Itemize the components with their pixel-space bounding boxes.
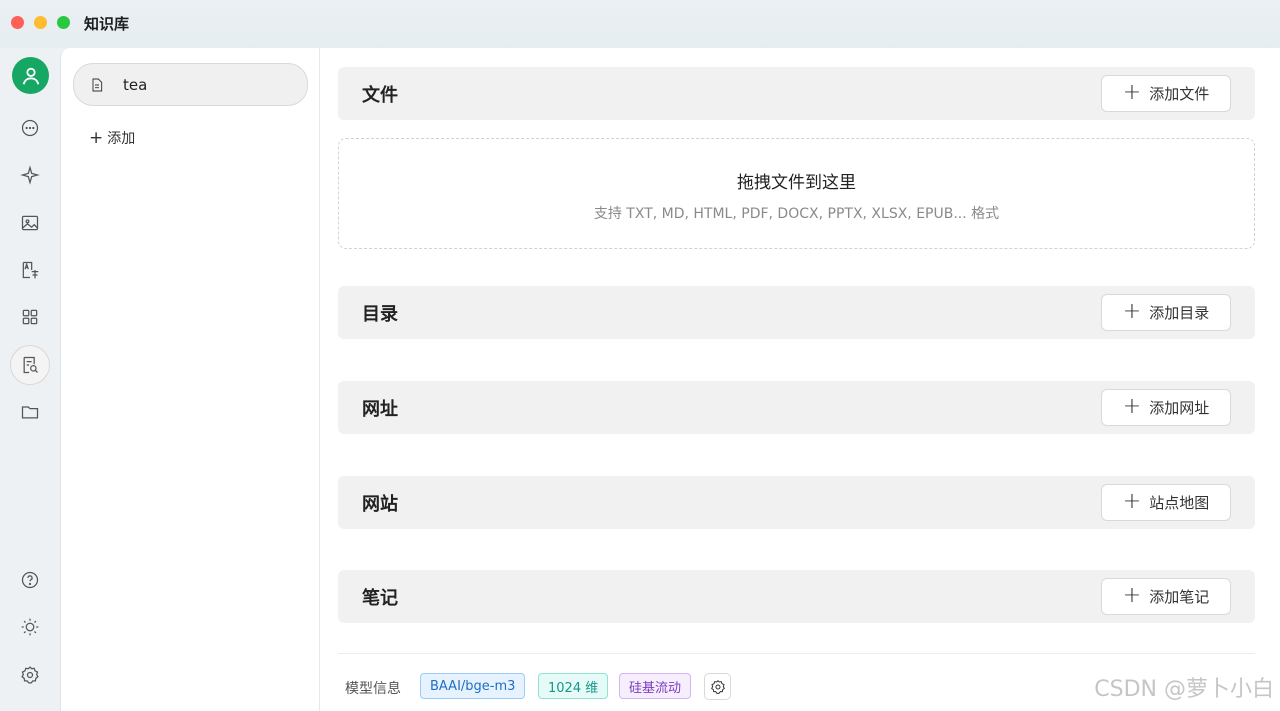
add-note-label: 添加笔记 [1149, 588, 1210, 606]
file-section: 文件 + 添加文件 [338, 67, 1255, 120]
gear-icon [710, 679, 725, 694]
window-controls [11, 16, 70, 29]
add-directory-button[interactable]: + 添加目录 [1101, 294, 1231, 331]
plus-icon: + [1122, 488, 1142, 514]
avatar-icon[interactable] [12, 57, 49, 94]
add-note-button[interactable]: + 添加笔记 [1101, 578, 1231, 615]
file-section-title: 文件 [362, 85, 398, 106]
plus-icon: + [1122, 79, 1142, 105]
document-icon [92, 78, 103, 91]
title-bar: 知识库 [0, 0, 1280, 48]
watermark: CSDN @萝卜小白 [1094, 677, 1274, 702]
minimize-window-button[interactable] [34, 16, 47, 29]
sparkle-icon[interactable] [10, 155, 50, 195]
note-section-title: 笔记 [362, 588, 398, 609]
drop-zone-title: 拖拽文件到这里 [737, 173, 856, 193]
image-icon[interactable] [10, 203, 50, 243]
directory-section-title: 目录 [362, 304, 398, 325]
knowledge-icon[interactable] [10, 345, 50, 385]
url-section: 网址 + 添加网址 [338, 381, 1255, 434]
sitemap-button[interactable]: + 站点地图 [1101, 484, 1231, 521]
add-url-label: 添加网址 [1149, 399, 1210, 417]
help-icon[interactable] [10, 560, 50, 600]
translate-icon[interactable] [10, 250, 50, 290]
zoom-window-button[interactable] [57, 16, 70, 29]
add-knowledge-label: 添加 [107, 131, 136, 147]
plus-icon: + [1122, 298, 1142, 324]
file-drop-zone[interactable]: 拖拽文件到这里 支持 TXT, MD, HTML, PDF, DOCX, PPT… [338, 138, 1255, 249]
settings-icon[interactable] [10, 655, 50, 695]
add-file-button[interactable]: + 添加文件 [1101, 75, 1231, 112]
add-file-label: 添加文件 [1149, 85, 1210, 103]
model-tag: BAAI/bge-m3 [420, 673, 526, 699]
plus-icon: + [89, 127, 104, 148]
add-directory-label: 添加目录 [1149, 304, 1210, 322]
nav-rail [0, 48, 60, 711]
provider-tag: 硅基流动 [619, 673, 692, 699]
apps-icon[interactable] [10, 297, 50, 337]
model-settings-button[interactable] [704, 673, 731, 700]
window-title: 知识库 [84, 15, 130, 33]
knowledge-item-label: tea [123, 75, 148, 94]
note-section: 笔记 + 添加笔记 [338, 570, 1255, 623]
chat-icon[interactable] [10, 108, 50, 148]
website-section: 网站 + 站点地图 [338, 476, 1255, 529]
directory-section: 目录 + 添加目录 [338, 286, 1255, 339]
plus-icon: + [1122, 582, 1142, 608]
folder-icon[interactable] [10, 392, 50, 432]
plus-icon: + [1122, 393, 1142, 419]
add-knowledge-button[interactable]: + 添加 [89, 128, 135, 148]
knowledge-detail: 文件 + 添加文件 拖拽文件到这里 支持 TXT, MD, HTML, PDF,… [320, 48, 1280, 711]
model-info-label: 模型信息 [345, 681, 401, 697]
sitemap-label: 站点地图 [1149, 494, 1210, 512]
add-url-button[interactable]: + 添加网址 [1101, 389, 1231, 426]
close-window-button[interactable] [11, 16, 24, 29]
website-section-title: 网站 [362, 494, 398, 515]
knowledge-list-item[interactable]: tea [73, 63, 308, 106]
url-section-title: 网址 [362, 399, 398, 420]
dimension-tag: 1024 维 [538, 673, 609, 699]
drop-zone-subtitle: 支持 TXT, MD, HTML, PDF, DOCX, PPTX, XLSX,… [593, 206, 1000, 222]
knowledge-list-panel: tea + 添加 [60, 48, 320, 711]
theme-icon[interactable] [10, 607, 50, 647]
